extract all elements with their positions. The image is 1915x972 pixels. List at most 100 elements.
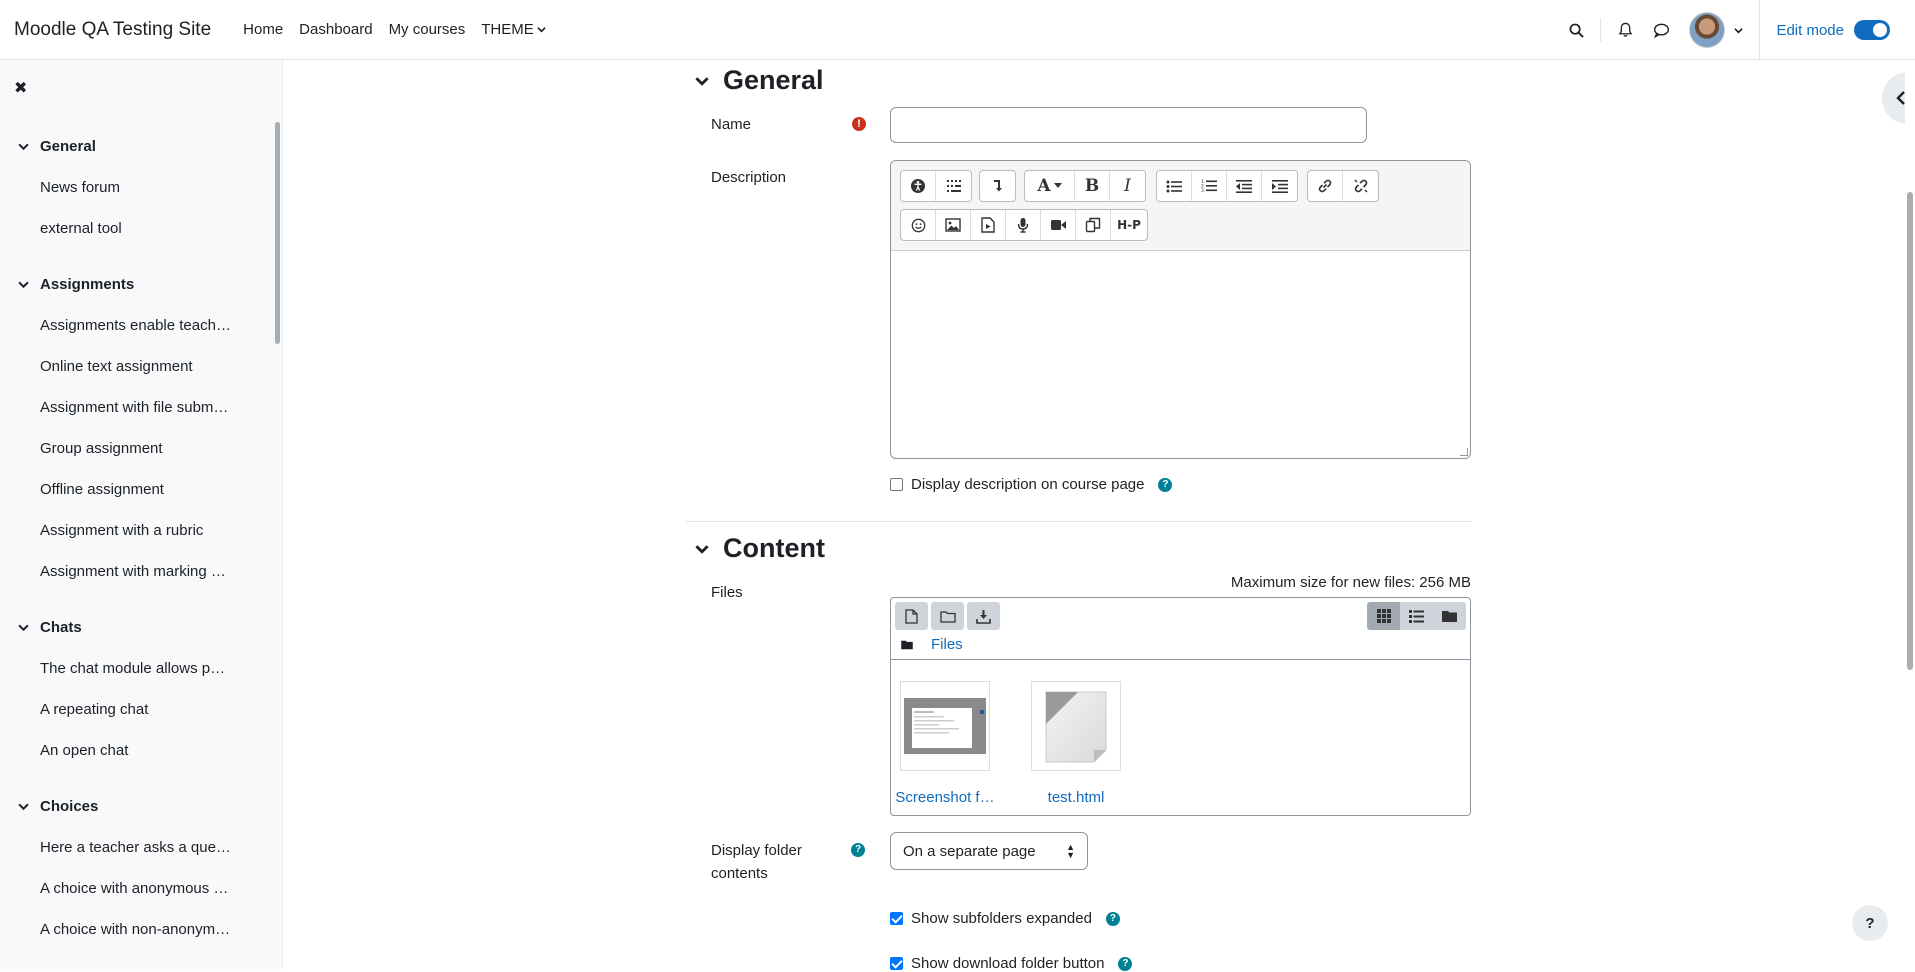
chevron-down-icon[interactable] — [18, 622, 30, 633]
help-icon[interactable]: ? — [1105, 911, 1120, 926]
show-download-label[interactable]: Show download folder button — [911, 955, 1104, 972]
outdent-icon[interactable] — [1227, 171, 1262, 201]
edit-mode-toggle[interactable] — [1854, 20, 1890, 40]
grid-view-icon[interactable] — [1367, 602, 1400, 630]
toolbar-group: 123 — [1156, 170, 1298, 202]
display-description-checkbox[interactable] — [890, 478, 903, 491]
resize-handle[interactable] — [1460, 448, 1468, 456]
help-icon[interactable]: ? — [1118, 956, 1133, 971]
display-description-label[interactable]: Display description on course page — [911, 476, 1144, 493]
link-icon[interactable] — [1308, 171, 1343, 201]
font-style-icon[interactable]: A — [1025, 171, 1075, 201]
h5p-icon[interactable]: H-P — [1111, 210, 1147, 240]
ordered-list-icon[interactable]: 123 — [1192, 171, 1227, 201]
show-subfolders-checkbox[interactable] — [890, 912, 903, 925]
activity-link[interactable]: Assignment with file subm… — [0, 387, 275, 428]
chevron-down-icon[interactable] — [695, 542, 709, 556]
search-icon[interactable] — [1558, 12, 1594, 48]
image-icon[interactable] — [936, 210, 971, 240]
activity-link[interactable]: News forum — [0, 167, 275, 208]
activity-link[interactable]: A choice with anonymous … — [0, 868, 275, 909]
activity-link[interactable]: Offline assignment — [0, 469, 275, 510]
activity-link[interactable]: external tool — [0, 208, 275, 249]
general-section-header[interactable]: General — [695, 65, 824, 96]
section-assignments[interactable]: Assignments — [0, 264, 276, 305]
file-item[interactable]: Screenshot f… — [891, 681, 1000, 806]
download-icon[interactable] — [967, 602, 1000, 630]
file-path: Files — [901, 636, 963, 653]
image-thumbnail[interactable] — [900, 681, 990, 771]
indent-icon[interactable] — [1262, 171, 1297, 201]
add-file-icon[interactable] — [895, 602, 928, 630]
generic-file-icon[interactable] — [1031, 681, 1121, 771]
name-input[interactable] — [890, 107, 1367, 143]
chevron-down-icon[interactable] — [18, 801, 30, 812]
bell-icon[interactable] — [1607, 12, 1643, 48]
file-manager: Files Screenshot f… test.html — [890, 597, 1471, 816]
close-icon[interactable]: ✖ — [14, 78, 27, 98]
undo-icon[interactable] — [980, 171, 1015, 201]
help-button[interactable]: ? — [1852, 905, 1888, 941]
activity-link[interactable]: Online text assignment — [0, 346, 275, 387]
unlink-icon[interactable] — [1343, 171, 1378, 201]
list-view-icon[interactable] — [1400, 602, 1433, 630]
record-video-icon[interactable] — [1041, 210, 1076, 240]
activity-link[interactable]: Assignments enable teach… — [0, 305, 275, 346]
media-icon[interactable] — [971, 210, 1006, 240]
bold-icon[interactable]: B — [1075, 171, 1110, 201]
record-audio-icon[interactable] — [1006, 210, 1041, 240]
unordered-list-icon[interactable] — [1157, 171, 1192, 201]
svg-text:3: 3 — [1201, 188, 1204, 193]
activity-link[interactable]: The chat module allows p… — [0, 648, 275, 689]
nav-dashboard-link[interactable]: Dashboard — [291, 21, 380, 38]
show-subfolders-label[interactable]: Show subfolders expanded — [911, 910, 1092, 927]
section-title[interactable]: Choices — [40, 798, 98, 815]
manage-files-icon[interactable] — [1076, 210, 1111, 240]
show-download-checkbox[interactable] — [890, 957, 903, 970]
section-title[interactable]: General — [40, 138, 96, 155]
file-name[interactable]: test.html — [1021, 789, 1131, 806]
activity-link[interactable]: An open chat — [0, 730, 275, 771]
description-label: Description — [711, 169, 787, 186]
chevron-down-icon[interactable] — [18, 279, 30, 290]
file-name[interactable]: Screenshot f… — [891, 789, 1000, 806]
edit-mode-switch[interactable]: Edit mode — [1776, 20, 1890, 40]
help-icon[interactable]: ? — [1158, 477, 1173, 492]
section-title[interactable]: Chats — [40, 619, 82, 636]
chevron-down-icon[interactable] — [18, 141, 30, 152]
toolbar-toggle-icon[interactable] — [936, 171, 971, 201]
accessibility-checker-icon[interactable] — [901, 171, 936, 201]
user-menu-toggle[interactable] — [1689, 12, 1744, 48]
activity-link[interactable]: A choice with non-anonym… — [0, 909, 275, 950]
chevron-down-icon[interactable] — [695, 74, 709, 88]
description-textarea[interactable] — [891, 252, 1470, 458]
activity-link[interactable]: A repeating chat — [0, 689, 275, 730]
emoji-icon[interactable] — [901, 210, 936, 240]
activity-link[interactable]: Assignment with a rubric — [0, 510, 275, 551]
italic-icon[interactable]: I — [1110, 171, 1145, 201]
section-general[interactable]: General — [0, 126, 276, 167]
page-scrollbar[interactable] — [1905, 60, 1915, 969]
help-icon[interactable]: ? — [851, 843, 865, 857]
nav-home-link[interactable]: Home — [235, 21, 291, 38]
nav-my-courses-link[interactable]: My courses — [381, 21, 474, 38]
path-files-link[interactable]: Files — [931, 636, 963, 653]
site-name-link[interactable]: Moodle QA Testing Site — [14, 19, 211, 41]
file-item[interactable]: test.html — [1021, 681, 1131, 806]
activity-link[interactable]: Here a teacher asks a que… — [0, 827, 275, 868]
section-title[interactable]: Assignments — [40, 276, 134, 293]
activity-link[interactable]: Group assignment — [0, 428, 275, 469]
content-section-header[interactable]: Content — [695, 533, 825, 564]
display-description-row: Display description on course page ? — [890, 476, 1173, 493]
course-index-drawer: ✖ General News forum external tool Assig… — [0, 60, 283, 969]
avatar — [1689, 12, 1726, 48]
toolbar-group — [1307, 170, 1379, 202]
display-folder-select[interactable]: On a separate page ▲ ▼ — [890, 832, 1088, 870]
activity-link[interactable]: Assignment with marking … — [0, 551, 275, 592]
create-folder-icon[interactable] — [931, 602, 964, 630]
tree-view-icon[interactable] — [1433, 602, 1466, 630]
nav-theme-dropdown[interactable]: THEME — [473, 21, 554, 38]
messages-icon[interactable] — [1643, 12, 1679, 48]
section-chats[interactable]: Chats — [0, 607, 276, 648]
section-choices[interactable]: Choices — [0, 786, 276, 827]
